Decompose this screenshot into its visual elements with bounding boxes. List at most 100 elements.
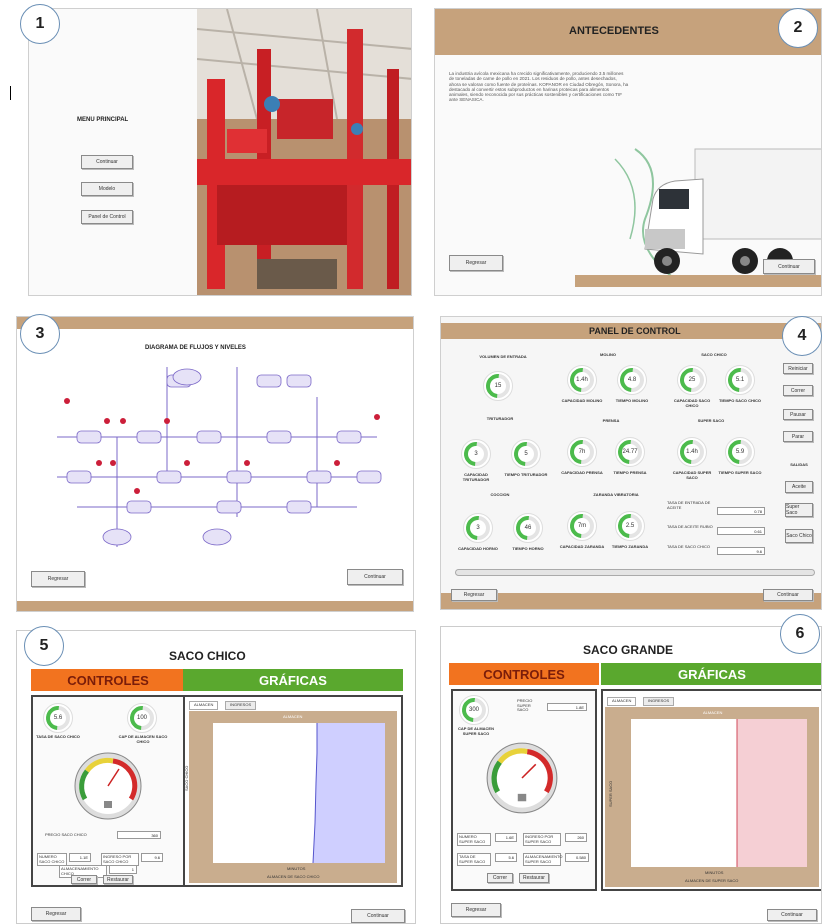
gauge-capacidad-prensa: 7h: [567, 437, 597, 467]
gauge-capacidad-molino: 1.4h: [567, 365, 597, 395]
gauge-label: TIEMPO HORNO: [512, 546, 544, 551]
gauge-label: TIEMPO PRENSA: [613, 470, 647, 475]
gauge-value: 5.1: [735, 377, 745, 383]
regresar-button[interactable]: Regresar: [31, 571, 85, 587]
plot-title: ALMACEN: [283, 714, 303, 719]
gauge-capacidad-super-saco: 1.4h: [677, 437, 707, 467]
gauge-label: CAPACIDAD PRENSA: [561, 470, 603, 475]
panel-de-control-screen: PANEL DE CONTROL VOLUMEN DE ENTRADA MOLI…: [440, 316, 822, 610]
section-triturador: TRITURADOR: [486, 416, 514, 421]
gauge-value: 2.5: [625, 523, 635, 529]
regresar-button[interactable]: Regresar: [451, 903, 501, 917]
section-volumen-entrada: VOLUMEN DE ENTRADA: [479, 354, 527, 359]
almacenamiento-field[interactable]: 1: [109, 865, 137, 874]
panel-de-control-button[interactable]: Panel de Control: [81, 210, 133, 224]
gauge-label: TIEMPO SUPER SACO: [718, 470, 762, 475]
badge-5: 5: [24, 626, 64, 666]
regresar-button[interactable]: Regresar: [31, 907, 81, 921]
antecedentes-text: La industria avícola mexicana ha crecido…: [449, 71, 629, 103]
ingreso-saco-chico-field[interactable]: 9.6: [141, 853, 163, 862]
gauge-value: 5: [524, 451, 528, 457]
gauge-tasa-saco-chico: 5.6: [43, 703, 73, 733]
numero-super-saco-field[interactable]: 1.6E: [495, 833, 517, 842]
plot-svg: [213, 723, 385, 863]
saco-chico-button[interactable]: Saco Chico: [785, 529, 813, 543]
gauge-tiempo-molino: 4.8: [617, 365, 647, 395]
reiniciar-button[interactable]: Reiniciar: [783, 363, 813, 374]
gauge-value: 15: [494, 383, 502, 389]
ingreso-super-saco-field[interactable]: 260: [565, 833, 587, 842]
numero-saco-chico-field[interactable]: 1.1E: [69, 853, 91, 862]
dial-gauge: [74, 752, 142, 820]
parar-button[interactable]: Parar: [783, 431, 813, 442]
gauge-value: 3: [474, 451, 478, 457]
rate-field[interactable]: 9.6: [717, 547, 765, 555]
gauge-value: 7m: [577, 523, 587, 529]
gauge-label: CAPACIDAD HORNO: [458, 546, 498, 551]
progress-scrollbar[interactable]: [455, 569, 815, 576]
aceite-button[interactable]: Aceite: [785, 481, 813, 493]
antecedentes-title: ANTECEDENTES: [569, 25, 659, 37]
gauge-tiempo-triturador: 5: [511, 439, 541, 469]
gauge-label: CAPACIDAD SUPER SACO: [672, 470, 712, 480]
gauge-label: CAPACIDAD TRITURADOR: [462, 472, 490, 482]
correr-button[interactable]: Correr: [487, 873, 513, 883]
tasa-super-saco-field[interactable]: 5.6: [495, 853, 517, 862]
xlabel: MINUTOS: [287, 866, 306, 871]
restaurar-button[interactable]: Restaurar: [519, 873, 549, 883]
tab-almacen[interactable]: ALMACEN: [607, 697, 637, 706]
gauge-label: TIEMPO ZARANDA: [611, 544, 649, 549]
continuar-button[interactable]: Continuar: [351, 909, 405, 923]
badge-1: 1: [20, 4, 60, 44]
gauge-tiempo-horno: 46: [513, 513, 543, 543]
price-field[interactable]: 360: [117, 831, 161, 839]
gauge-volumen-entrada: 15: [483, 371, 513, 401]
plot-title: ALMACEN: [703, 710, 723, 715]
gauge-capacidad-saco-chico: 25: [677, 365, 707, 395]
gauge-capacidad-zaranda: 7m: [567, 511, 597, 541]
section-coccion: COCCION: [490, 492, 510, 497]
salidas-title: SALIDAS: [790, 462, 808, 467]
continuar-button[interactable]: Continuar: [763, 259, 815, 274]
tab-ingresos[interactable]: INGRESOS: [225, 701, 257, 710]
regresar-button[interactable]: Regresar: [449, 255, 503, 271]
super-saco-button[interactable]: Super Saco: [785, 503, 813, 517]
restaurar-button[interactable]: Restaurar: [103, 875, 133, 884]
correr-button[interactable]: Correr: [783, 385, 813, 396]
gauge-value: 1.4h: [576, 377, 588, 383]
gauge-label: TASA DE SACO CHICO: [36, 734, 80, 739]
badge-3: 3: [20, 314, 60, 354]
gauge-value: 4.8: [627, 377, 637, 383]
continuar-button[interactable]: Continuar: [81, 155, 133, 169]
correr-button[interactable]: Correr: [71, 875, 97, 884]
gauge-value: 3: [476, 525, 480, 531]
gauge-value: 1.4h: [686, 449, 698, 455]
rate-field[interactable]: 0.78: [717, 507, 765, 515]
gauge-value: 24.77: [622, 449, 638, 455]
tab-almacen[interactable]: ALMACEN: [189, 701, 219, 710]
saco-grande-screen: SACO GRANDE CONTROLES GRÁFICAS 300 CAP D…: [440, 626, 822, 924]
continuar-button[interactable]: Continuar: [767, 909, 817, 921]
gauge-label: CAP DE ALMACEN SUPER SACO: [457, 726, 494, 736]
menu-principal-screen: MENU PRINCIPAL Continuar Modelo Panel de…: [28, 8, 412, 296]
rate-field[interactable]: 0.61: [717, 527, 765, 535]
gauge-tiempo-saco-chico: 5.1: [725, 365, 755, 395]
almacenamiento-field[interactable]: 0.580: [565, 853, 589, 862]
saco-chico-screen: SACO CHICO CONTROLES GRÁFICAS 5.6 TASA D…: [16, 630, 416, 924]
regresar-button[interactable]: Regresar: [451, 589, 497, 601]
price-field[interactable]: 1.8E: [547, 703, 587, 711]
pausar-button[interactable]: Pausar: [783, 409, 813, 420]
antecedentes-screen: ANTECEDENTES La industria avícola mexica…: [434, 8, 822, 296]
section-prensa: PRENSA: [602, 418, 620, 423]
factory-photo: [197, 9, 411, 295]
continuar-button[interactable]: Continuar: [347, 569, 403, 585]
footer-strip: [17, 601, 413, 611]
continuar-button[interactable]: Continuar: [763, 589, 813, 601]
gauge-value: 25: [688, 377, 696, 383]
diagrama-screen: DIAGRAMA DE FLUJOS Y NIVELES Regresar Co…: [16, 316, 414, 612]
gauge-value: 46: [524, 525, 532, 531]
modelo-button[interactable]: Modelo: [81, 182, 133, 196]
tab-ingresos[interactable]: INGRESOS: [643, 697, 675, 706]
gauge-value: 100: [136, 715, 147, 721]
gauge-value: 5.9: [735, 449, 745, 455]
